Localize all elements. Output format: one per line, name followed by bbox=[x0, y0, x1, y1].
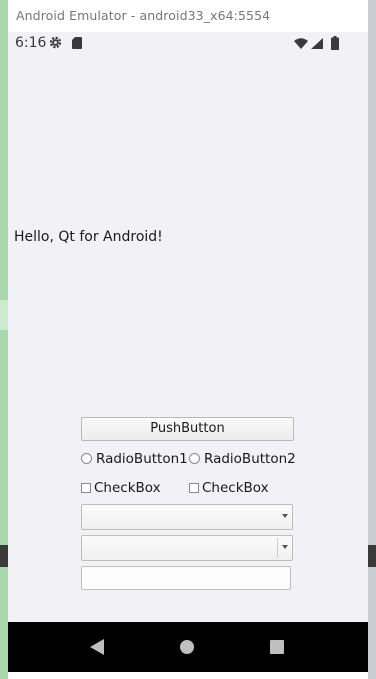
desktop-background-left-strip bbox=[0, 545, 8, 567]
desktop-background-left-highlight bbox=[0, 300, 8, 330]
checkbox-indicator[interactable] bbox=[81, 483, 91, 493]
desktop-background-right bbox=[368, 0, 376, 679]
combo-box-1[interactable] bbox=[81, 504, 293, 530]
combo-divider bbox=[277, 538, 278, 558]
status-bar: 6:16 bbox=[8, 32, 368, 54]
checkbox-label[interactable]: CheckBox bbox=[202, 480, 269, 496]
radio-indicator[interactable] bbox=[81, 453, 92, 464]
status-time: 6:16 bbox=[15, 35, 47, 51]
desktop-background-left bbox=[0, 0, 8, 679]
chevron-down-icon[interactable] bbox=[282, 514, 288, 518]
battery-icon bbox=[331, 36, 339, 50]
recents-icon[interactable] bbox=[270, 640, 284, 654]
wifi-icon bbox=[294, 38, 308, 49]
desktop-background-right-strip bbox=[368, 545, 376, 567]
window-title: Android Emulator - android33_x64:5554 bbox=[16, 8, 271, 23]
hello-label: Hello, Qt for Android! bbox=[14, 229, 163, 245]
sd-card-icon bbox=[72, 37, 82, 49]
radio-button-label[interactable]: RadioButton1 bbox=[96, 451, 188, 467]
chevron-down-icon[interactable] bbox=[282, 545, 288, 549]
device-screen: 6:16 Hello, Qt for Android! PushButton R… bbox=[8, 32, 368, 622]
emulator-window: Android Emulator - android33_x64:5554 6:… bbox=[8, 0, 368, 679]
checkbox-indicator[interactable] bbox=[189, 483, 199, 493]
combo-box-2[interactable] bbox=[81, 535, 293, 561]
radio-button-label[interactable]: RadioButton2 bbox=[204, 451, 296, 467]
line-edit-input[interactable] bbox=[81, 566, 291, 590]
window-titlebar[interactable]: Android Emulator - android33_x64:5554 bbox=[8, 0, 368, 32]
signal-icon bbox=[311, 38, 323, 49]
radio-indicator[interactable] bbox=[189, 453, 200, 464]
home-icon[interactable] bbox=[180, 640, 194, 654]
checkbox-label[interactable]: CheckBox bbox=[94, 480, 161, 496]
window-bottom-border bbox=[8, 672, 368, 679]
navigation-bar bbox=[8, 622, 368, 672]
gear-icon bbox=[49, 36, 62, 49]
back-icon[interactable] bbox=[90, 639, 104, 655]
push-button[interactable]: PushButton bbox=[81, 417, 294, 441]
